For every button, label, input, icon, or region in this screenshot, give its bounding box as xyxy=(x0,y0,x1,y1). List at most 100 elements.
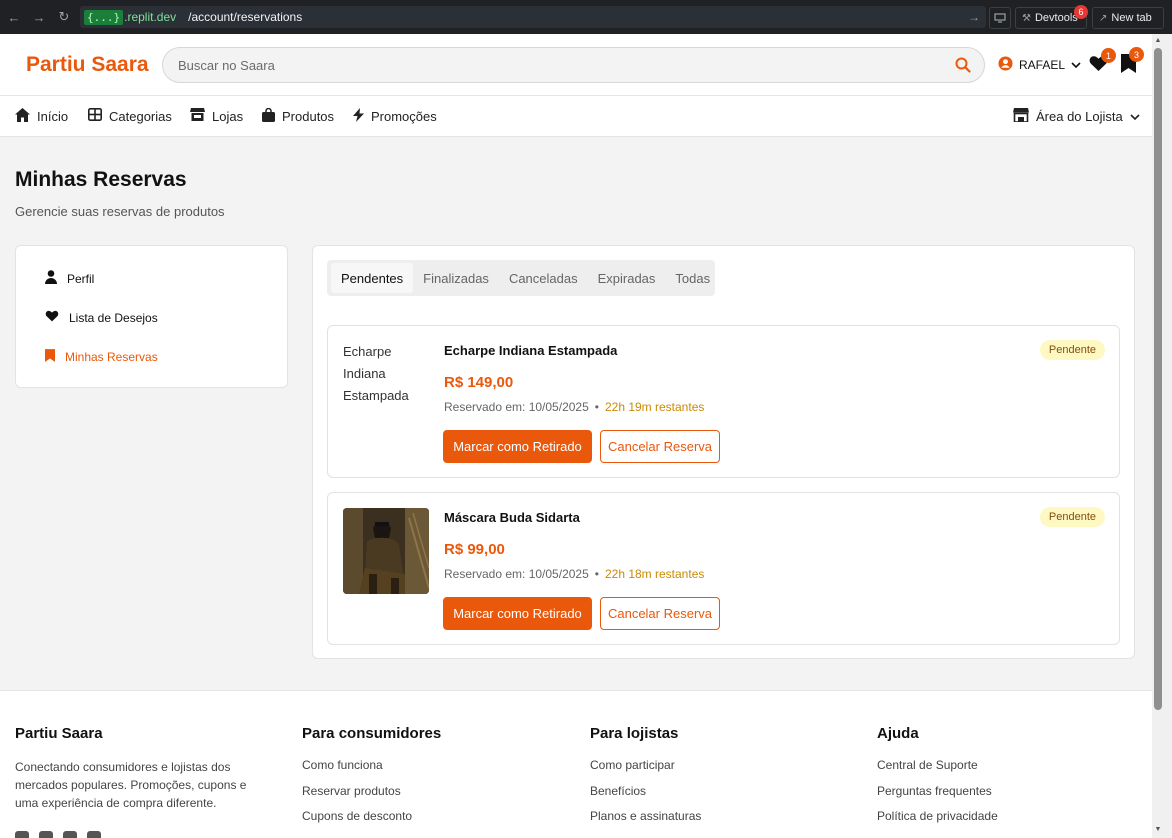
status-badge: Pendente xyxy=(1039,340,1105,360)
site-logo[interactable]: Partiu Saara xyxy=(26,53,149,77)
sidebar-item-label: Perfil xyxy=(67,271,95,286)
twitter-icon[interactable] xyxy=(63,831,77,838)
shop-icon xyxy=(1013,108,1029,125)
nav-item-label: Lojas xyxy=(212,108,244,124)
grid-icon xyxy=(88,108,102,124)
footer-link[interactable]: Política de privacidade xyxy=(877,809,998,835)
screen-icon[interactable] xyxy=(989,7,1011,29)
tab-pendentes[interactable]: Pendentes xyxy=(331,263,414,293)
tab-expiradas[interactable]: Expiradas xyxy=(588,263,666,293)
reservation-card: Máscara Buda Sidarta R$ 99,00 Reservado … xyxy=(327,492,1120,645)
devtools-label: Devtools xyxy=(1034,12,1078,24)
site-footer: Partiu Saara Conectando consumidores e l… xyxy=(0,690,1152,838)
tab-canceladas[interactable]: Canceladas xyxy=(499,263,588,293)
scrollbar-thumb[interactable] xyxy=(1154,48,1162,710)
footer-link[interactable]: Benefícios xyxy=(590,784,701,810)
footer-link[interactable]: Como funciona xyxy=(302,758,441,784)
account-sidebar: Perfil Lista de Desejos Minhas Reservas xyxy=(15,245,288,388)
back-icon[interactable]: ← xyxy=(3,6,25,28)
sidebar-item-minhas-reservas[interactable]: Minhas Reservas xyxy=(45,349,158,365)
social-links xyxy=(15,831,101,838)
footer-link[interactable]: Planos e assinaturas xyxy=(590,809,701,835)
footer-link[interactable]: Perguntas frequentes xyxy=(877,784,998,810)
status-tabs: Pendentes Finalizadas Canceladas Expirad… xyxy=(327,260,715,296)
user-menu[interactable]: RAFAEL xyxy=(998,56,1081,74)
footer-link[interactable]: Como participar xyxy=(590,758,701,784)
reload-icon[interactable]: ↻ xyxy=(53,6,75,28)
domain-text: .replit.dev xyxy=(124,10,177,24)
reservation-meta: Reservado em: 10/05/2025 • 22h 18m resta… xyxy=(444,567,704,581)
reservation-card: Echarpe Indiana Estampada Echarpe Indian… xyxy=(327,325,1120,478)
nav-item-categorias[interactable]: Categorias xyxy=(88,108,172,124)
product-price: R$ 99,00 xyxy=(444,541,505,558)
youtube-icon[interactable] xyxy=(87,831,101,838)
browser-toolbar: ← → ↻ {...} .replit.dev /account/reserva… xyxy=(0,0,1172,34)
product-title[interactable]: Echarpe Indiana Estampada xyxy=(444,343,617,358)
tab-todas[interactable]: Todas xyxy=(665,263,720,293)
footer-column-help: Ajuda Central de Suporte Perguntas frequ… xyxy=(877,725,998,835)
go-arrow-icon[interactable]: → xyxy=(968,10,980,24)
scroll-up-icon[interactable]: ▲ xyxy=(1154,37,1162,44)
nav-item-inicio[interactable]: Início xyxy=(15,108,68,125)
facebook-icon[interactable] xyxy=(15,831,29,838)
devtools-button[interactable]: ⚒ Devtools 6 xyxy=(1015,5,1088,29)
nav-item-lojas[interactable]: Lojas xyxy=(190,108,243,124)
product-image-alt-text: Echarpe Indiana Estampada xyxy=(343,344,409,403)
cancel-reservation-button[interactable]: Cancelar Reserva xyxy=(600,430,720,463)
footer-column-merchants: Para lojistas Como participar Benefícios… xyxy=(590,725,701,835)
footer-link[interactable]: Cupons de desconto xyxy=(302,809,441,835)
footer-brand: Partiu Saara Conectando consumidores e l… xyxy=(15,725,265,812)
wishlist-button[interactable]: 1 xyxy=(1089,48,1116,77)
product-image[interactable] xyxy=(343,508,429,594)
nav-item-produtos[interactable]: Produtos xyxy=(262,107,334,125)
url-path: /account/reservations xyxy=(188,10,303,24)
search-input[interactable] xyxy=(178,48,938,82)
new-tab-button[interactable]: ↗ New tab xyxy=(1092,7,1164,29)
nav-item-promocoes[interactable]: Promoções xyxy=(353,108,437,125)
reservations-count-badge: 3 xyxy=(1129,47,1144,62)
nav-item-label: Promoções xyxy=(371,109,437,124)
sidebar-item-label: Minhas Reservas xyxy=(65,350,158,364)
reservations-panel: Pendentes Finalizadas Canceladas Expirad… xyxy=(312,245,1135,659)
sidebar-item-label: Lista de Desejos xyxy=(69,310,158,325)
product-image-broken[interactable]: Echarpe Indiana Estampada xyxy=(343,341,429,427)
user-icon xyxy=(45,270,57,287)
time-remaining: 22h 19m restantes xyxy=(604,400,705,414)
chevron-down-icon xyxy=(1071,58,1081,72)
product-title[interactable]: Máscara Buda Sidarta xyxy=(444,510,580,525)
sidebar-item-lista-de-desejos[interactable]: Lista de Desejos xyxy=(45,310,158,325)
wrench-icon: ⚒ xyxy=(1022,12,1031,24)
page-title: Minhas Reservas xyxy=(15,168,187,191)
user-name: RAFAEL xyxy=(1019,58,1066,72)
sidebar-item-perfil[interactable]: Perfil xyxy=(45,270,94,287)
page-subtitle: Gerencie suas reservas de produtos xyxy=(15,204,225,219)
wishlist-count-badge: 1 xyxy=(1101,48,1116,63)
bag-icon xyxy=(262,107,275,125)
search-icon[interactable] xyxy=(955,57,971,78)
forward-icon[interactable]: → xyxy=(28,6,50,28)
instagram-icon[interactable] xyxy=(39,831,53,838)
cancel-reservation-button[interactable]: Cancelar Reserva xyxy=(600,597,720,630)
tab-finalizadas[interactable]: Finalizadas xyxy=(413,263,499,293)
time-remaining: 22h 18m restantes xyxy=(604,567,705,581)
footer-brand-description: Conectando consumidores e lojistas dos m… xyxy=(15,760,247,810)
chevron-down-icon xyxy=(1130,109,1140,124)
heart-icon xyxy=(45,310,59,325)
site-header: Partiu Saara RAFAEL 1 3 xyxy=(0,34,1152,96)
footer-link[interactable]: Central de Suporte xyxy=(877,758,998,784)
mark-picked-up-button[interactable]: Marcar como Retirado xyxy=(443,597,592,630)
address-bar[interactable]: {...} .replit.dev /account/reservations … xyxy=(80,6,986,28)
footer-brand-title: Partiu Saara xyxy=(15,725,103,742)
bolt-icon xyxy=(353,108,364,125)
nav-item-label: Início xyxy=(37,109,69,124)
footer-link[interactable]: Reservar produtos xyxy=(302,784,441,810)
nav-item-label: Categorias xyxy=(109,108,172,124)
scroll-down-icon[interactable]: ▼ xyxy=(1154,826,1162,833)
footer-column-title: Para consumidores xyxy=(302,725,442,742)
merchant-area-menu[interactable]: Área do Lojista xyxy=(1013,108,1140,125)
mark-picked-up-button[interactable]: Marcar como Retirado xyxy=(443,430,592,463)
merchant-area-label: Área do Lojista xyxy=(1036,109,1123,124)
store-icon xyxy=(190,108,205,124)
meta-separator: • xyxy=(594,567,599,581)
reservations-button[interactable]: 3 xyxy=(1121,47,1144,78)
